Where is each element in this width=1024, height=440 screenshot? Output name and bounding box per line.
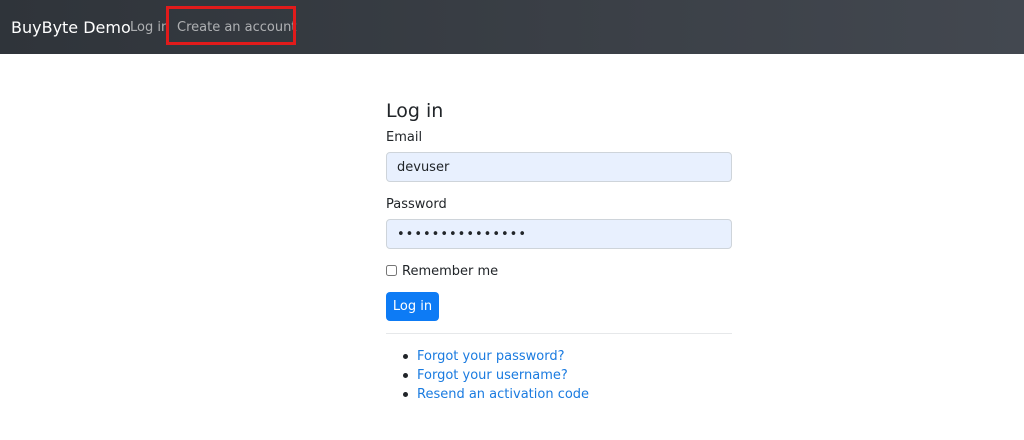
list-item: Forgot your username? bbox=[386, 367, 732, 386]
remember-me-checkbox[interactable] bbox=[386, 265, 397, 276]
forgot-password-link[interactable]: Forgot your password? bbox=[417, 349, 565, 364]
email-label: Email bbox=[386, 130, 423, 145]
password-field[interactable] bbox=[386, 219, 732, 249]
nav-create-account-link[interactable]: Create an account bbox=[177, 20, 296, 36]
page-title: Log in bbox=[386, 100, 444, 122]
help-links-list: Forgot your password? Forgot your userna… bbox=[386, 348, 732, 405]
password-label: Password bbox=[386, 197, 447, 212]
list-item: Resend an activation code bbox=[386, 386, 732, 405]
login-button[interactable]: Log in bbox=[386, 292, 439, 321]
remember-me-label[interactable]: Remember me bbox=[402, 264, 498, 280]
resend-activation-link[interactable]: Resend an activation code bbox=[417, 387, 589, 402]
top-navbar: BuyByte Demo Log in Create an account bbox=[0, 0, 1024, 54]
divider bbox=[386, 333, 732, 334]
forgot-username-link[interactable]: Forgot your username? bbox=[417, 368, 568, 383]
email-field[interactable] bbox=[386, 152, 732, 182]
nav-login-link[interactable]: Log in bbox=[130, 20, 169, 36]
list-item: Forgot your password? bbox=[386, 348, 732, 367]
brand-link[interactable]: BuyByte Demo bbox=[11, 18, 131, 38]
